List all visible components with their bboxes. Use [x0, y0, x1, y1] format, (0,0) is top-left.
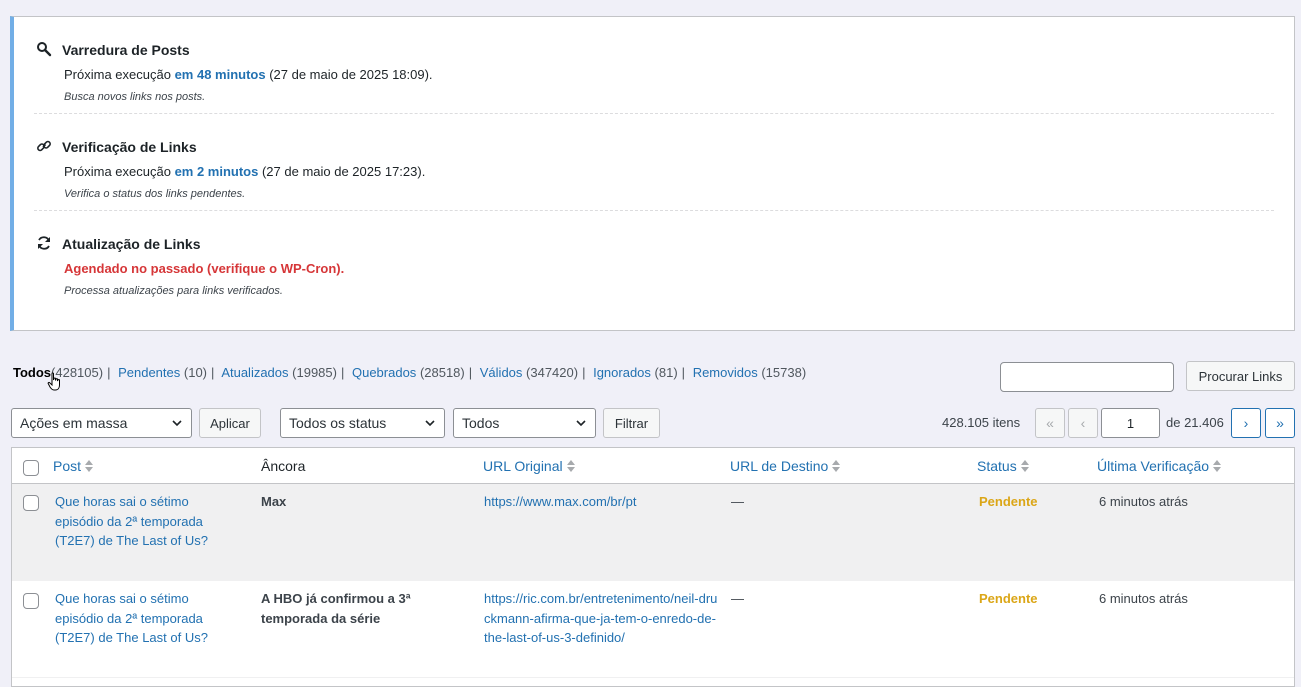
- last-page-button[interactable]: »: [1265, 408, 1295, 438]
- task-title: Verificação de Links: [62, 139, 197, 155]
- filter-all[interactable]: Todos: [13, 365, 51, 380]
- task-description: Verifica o status dos links pendentes.: [64, 188, 246, 200]
- next-page-button[interactable]: ›: [1231, 408, 1261, 438]
- status-badge: Pendente: [979, 591, 1038, 606]
- table-header: Post Âncora URL Original URL de Destino …: [12, 448, 1294, 484]
- filter-updated[interactable]: Atualizados: [221, 365, 288, 380]
- task-next-run: Próxima execução em 2 minutos (27 de mai…: [64, 164, 426, 179]
- current-page-input[interactable]: 1: [1101, 408, 1160, 438]
- items-count: 428.105 itens: [942, 415, 1021, 430]
- chevron-down-icon: [576, 420, 586, 427]
- sort-icon: [1213, 460, 1222, 472]
- filter-count: (81): [654, 365, 678, 380]
- row-checkbox[interactable]: [23, 495, 39, 511]
- column-status[interactable]: Status: [977, 458, 1029, 474]
- prev-page-button[interactable]: ‹: [1068, 408, 1098, 438]
- task-title: Atualização de Links: [62, 236, 201, 252]
- post-link[interactable]: Que horas sai o sétimo episódio da 2ª te…: [55, 589, 235, 648]
- filter-button[interactable]: Filtrar: [603, 408, 660, 438]
- filter-count: (10): [183, 365, 208, 380]
- task-next-run: Próxima execução em 48 minutos (27 de ma…: [64, 67, 433, 82]
- scheduled-tasks-panel: Varredura de Posts Próxima execução em 4…: [10, 16, 1295, 331]
- filter-count: (347420): [526, 365, 579, 380]
- column-destination-url[interactable]: URL de Destino: [730, 458, 841, 474]
- search-links-button[interactable]: Procurar Links: [1186, 361, 1295, 391]
- column-last-checked[interactable]: Última Verificação: [1097, 458, 1222, 474]
- post-link[interactable]: Que horas sai o sétimo episódio da 2ª te…: [55, 492, 235, 551]
- sort-icon: [1020, 460, 1029, 472]
- filter-removed[interactable]: Removidos: [693, 365, 758, 380]
- links-table: Post Âncora URL Original URL de Destino …: [11, 447, 1295, 687]
- status-select[interactable]: Todos os status: [280, 408, 445, 438]
- task-links-update: Atualização de Links Agendado no passado…: [34, 211, 1274, 308]
- bulk-actions-select[interactable]: Ações em massa: [11, 408, 192, 438]
- row-checkbox[interactable]: [23, 593, 39, 609]
- original-url-link[interactable]: https://ric.com.br/entretenimento/neil-d…: [484, 589, 719, 648]
- filter-count: (28518): [419, 365, 465, 380]
- column-original-url[interactable]: URL Original: [483, 458, 575, 474]
- status-select-value: Todos os status: [289, 415, 387, 431]
- table-row: Que horas sai o sétimo episódio da 2ª te…: [12, 484, 1294, 581]
- total-pages: de 21.406: [1166, 415, 1224, 430]
- task-description: Processa atualizações para links verific…: [64, 285, 283, 297]
- last-checked: 6 minutos atrás: [1099, 494, 1188, 509]
- apply-button[interactable]: Aplicar: [199, 408, 261, 438]
- task-links-check: Verificação de Links Próxima execução em…: [34, 114, 1274, 211]
- chevron-down-icon: [425, 420, 435, 427]
- sort-icon: [85, 460, 94, 472]
- first-page-button[interactable]: «: [1035, 408, 1065, 438]
- destination-url: —: [731, 494, 744, 509]
- sort-icon: [566, 460, 575, 472]
- search-icon: [37, 42, 52, 57]
- status-filters: Todos(428105) | Pendentes (10) | Atualizad…: [13, 365, 807, 380]
- task-title: Varredura de Posts: [62, 42, 190, 58]
- chevron-down-icon: [172, 420, 182, 427]
- filter-pending[interactable]: Pendentes: [118, 365, 180, 380]
- anchor-text: A HBO já confirmou a 3ª temporada da sér…: [261, 591, 411, 626]
- column-anchor: Âncora: [261, 458, 306, 474]
- anchor-text: Max: [261, 494, 287, 509]
- filter-broken[interactable]: Quebrados: [352, 365, 416, 380]
- filter-ignored[interactable]: Ignorados: [593, 365, 651, 380]
- type-select[interactable]: Todos: [453, 408, 596, 438]
- task-description: Busca novos links nos posts.: [64, 91, 206, 103]
- refresh-icon: [38, 236, 50, 250]
- type-select-value: Todos: [462, 415, 500, 431]
- filter-count: (15738): [761, 365, 807, 380]
- original-url-link[interactable]: https://www.max.com/br/pt: [484, 492, 719, 512]
- select-all-checkbox[interactable]: [23, 460, 39, 476]
- task-warning: Agendado no passado (verifique o WP-Cron…: [64, 261, 345, 276]
- hand-cursor-icon: [47, 372, 60, 391]
- column-post[interactable]: Post: [53, 458, 94, 474]
- link-icon: [37, 140, 51, 152]
- filter-valid[interactable]: Válidos: [480, 365, 523, 380]
- sort-icon: [832, 460, 841, 472]
- destination-url: —: [731, 591, 744, 606]
- filter-count: (19985): [292, 365, 337, 380]
- table-row: Que horas sai o sétimo episódio da 2ª te…: [12, 581, 1294, 678]
- last-checked: 6 minutos atrás: [1099, 591, 1188, 606]
- bulk-actions-value: Ações em massa: [20, 415, 128, 431]
- status-badge: Pendente: [979, 494, 1038, 509]
- search-input[interactable]: [1000, 362, 1174, 392]
- task-posts-scan: Varredura de Posts Próxima execução em 4…: [34, 17, 1274, 114]
